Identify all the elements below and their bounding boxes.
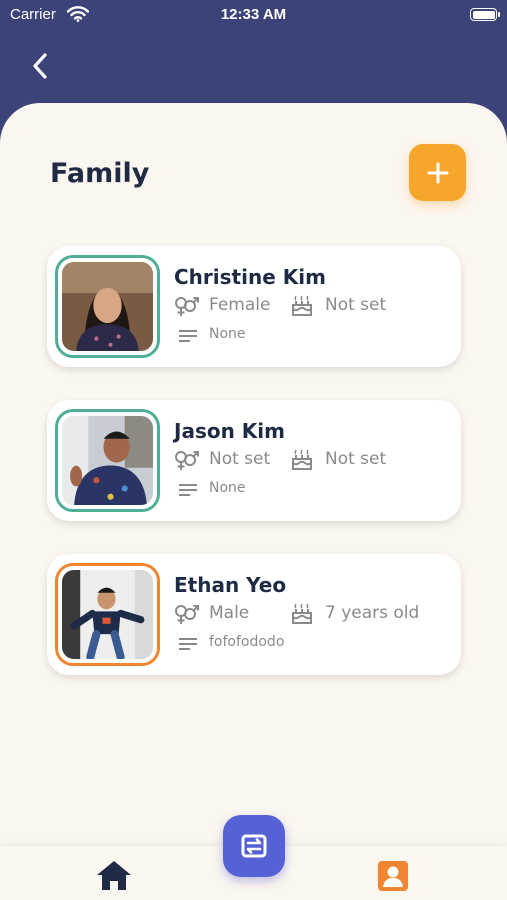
profile-icon (378, 861, 408, 891)
avatar-frame (55, 563, 160, 666)
member-name: Christine Kim (174, 265, 326, 289)
notes-value: fofofododo (209, 634, 285, 650)
member-name: Ethan Yeo (174, 573, 287, 597)
notes-value: None (209, 326, 246, 342)
gender-value: Male (209, 603, 250, 623)
avatar-frame (55, 409, 160, 512)
avatar-frame (55, 255, 160, 358)
notes-lines-icon (178, 328, 198, 347)
avatar-photo (62, 262, 153, 351)
gender-icon (174, 603, 200, 629)
avatar-photo (62, 570, 153, 659)
profile-tab[interactable] (377, 860, 409, 896)
gender-icon (174, 295, 200, 321)
notes-value: None (209, 480, 246, 496)
plus-icon (427, 162, 448, 183)
notes-lines-icon (178, 636, 198, 655)
battery-icon (470, 8, 500, 21)
gender-value: Not set (209, 449, 271, 469)
birthday-cake-icon (290, 603, 314, 629)
member-card-christine-kim[interactable]: Christine Kim Female Not set None (47, 246, 461, 367)
page-title: Family (50, 158, 150, 189)
member-name: Jason Kim (174, 419, 285, 443)
home-tab[interactable] (95, 859, 133, 895)
age-value: 7 years old (325, 603, 420, 623)
gender-icon (174, 449, 200, 475)
status-time: 12:33 AM (220, 6, 287, 23)
back-button[interactable] (24, 50, 56, 82)
birthday-cake-icon (290, 449, 314, 475)
notes-lines-icon (178, 482, 198, 501)
content-sheet: Family Christine Kim Female Not set None… (0, 103, 507, 900)
chevron-left-icon (33, 53, 47, 79)
status-bar: Carrier 12:33 AM (0, 0, 507, 32)
gender-value: Female (209, 295, 271, 315)
sync-button[interactable] (223, 815, 285, 877)
sync-icon (241, 834, 267, 858)
birthday-cake-icon (290, 295, 314, 321)
home-icon (97, 861, 131, 890)
age-value: Not set (325, 295, 387, 315)
avatar-photo (62, 416, 153, 505)
member-card-ethan-yeo[interactable]: Ethan Yeo Male 7 years old fofofododo (47, 554, 461, 675)
add-member-button[interactable] (409, 144, 466, 201)
age-value: Not set (325, 449, 387, 469)
member-card-jason-kim[interactable]: Jason Kim Not set Not set None (47, 400, 461, 521)
